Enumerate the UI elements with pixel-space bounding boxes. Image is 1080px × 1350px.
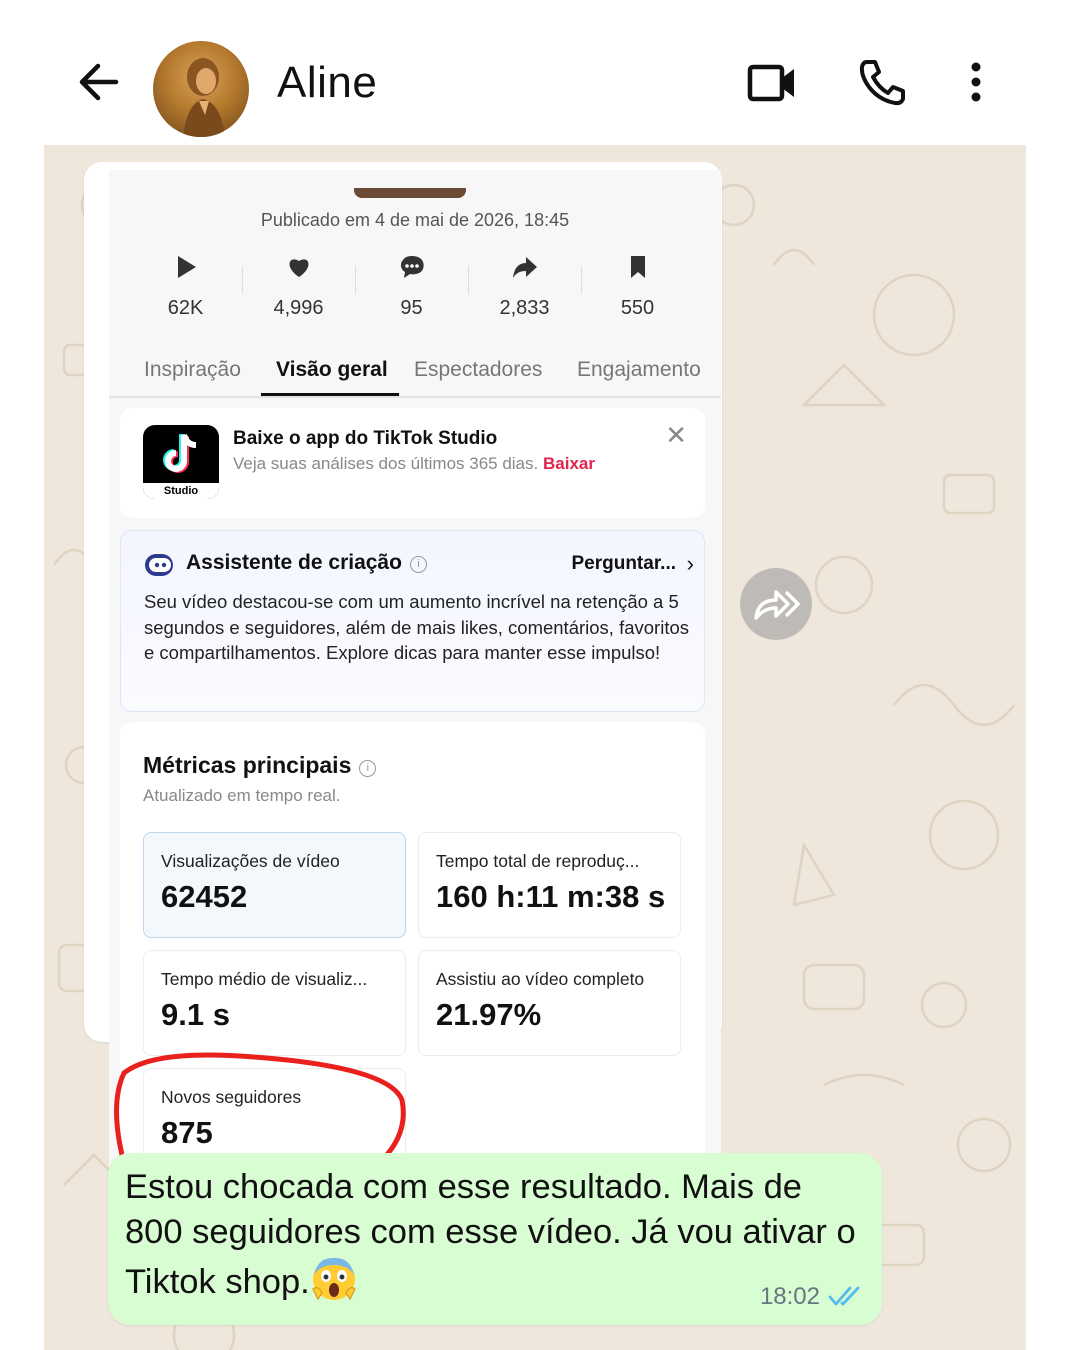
bookmark-icon [630,256,645,278]
tiktok-studio-logo: Studio [143,425,219,499]
avatar[interactable] [153,41,249,137]
stat-shares: 2,833 [468,254,581,334]
tab-visao-geral[interactable]: Visão geral [276,358,388,382]
metric-avg-watch-time[interactable]: Tempo médio de visualiz... 9.1 s [143,950,406,1056]
more-vert-icon[interactable] [950,56,1004,110]
banner-title: Baixe o app do TikTok Studio [233,428,498,449]
stat-views: 62K [129,254,242,334]
forward-button[interactable] [740,568,812,640]
info-icon[interactable]: i [409,556,427,573]
metric-watched-full-video[interactable]: Assistiu ao vídeo completo 21.97% [418,950,681,1056]
metric-video-views[interactable]: Visualizações de vídeo 62452 [143,832,406,938]
tiktok-analytics-screenshot[interactable]: Publicado em 4 de mai de 2026, 18:45 62K… [109,170,721,1170]
red-highlight-circle [114,1052,406,1165]
contact-name[interactable]: Aline [277,58,377,108]
tab-inspiracao[interactable]: Inspiração [144,358,241,382]
play-icon [177,256,196,278]
assistant-robot-icon [145,554,173,576]
message-text: Estou chocada com esse resultado. Mais d… [125,1168,856,1301]
stat-saves: 550 [581,254,694,334]
assistant-message: Seu vídeo destacou-se com um aumento inc… [144,591,689,663]
face-screaming-in-fear-emoji-icon [311,1257,356,1301]
video-stats: 62K 4,996 95 2,833 550 [129,254,694,334]
analytics-tabs: Inspiração Visão geral Espectadores Enga… [109,348,721,398]
creation-assistant-card[interactable]: Assistente de criação i Perguntar... › Se… [120,530,705,712]
ask-button[interactable]: Perguntar... [571,553,676,575]
active-tab-indicator [261,393,399,396]
stat-comments: 95 [355,254,468,334]
tab-engajamento[interactable]: Engajamento [577,358,701,382]
tiktok-studio-banner[interactable]: Studio Baixe o app do TikTok Studio Veja… [120,408,705,518]
metrics-title: Métricas principais i [143,752,377,779]
metrics-subtitle: Atualizado em tempo real. [143,786,341,805]
download-link[interactable]: Baixar [543,454,595,473]
video-call-icon[interactable] [745,56,799,110]
chevron-right-icon[interactable]: › [687,551,694,577]
video-thumbnail [354,188,466,198]
read-receipt-icon [828,1286,860,1306]
tab-espectadores[interactable]: Espectadores [414,358,542,382]
metric-total-play-time[interactable]: Tempo total de reproduç... 160 h:11 m:38… [418,832,681,938]
forward-icon [754,590,800,620]
outgoing-message-bubble[interactable]: Estou chocada com esse resultado. Mais d… [108,1153,882,1325]
stat-likes: 4,996 [242,254,355,334]
phone-icon[interactable] [855,56,909,110]
close-icon[interactable]: ✕ [665,422,687,448]
published-date: Publicado em 4 de mai de 2026, 18:45 [260,210,570,230]
chat-header: Aline [0,0,1080,145]
comment-icon [400,256,424,278]
message-time: 18:02 [759,1283,820,1310]
info-icon[interactable]: i [359,760,377,777]
back-arrow-icon[interactable] [72,58,124,106]
share-icon [512,257,537,278]
heart-icon [289,259,308,277]
assistant-title: Assistente de criação i [186,551,427,575]
banner-subtitle: Veja suas análises dos últimos 365 dias.… [233,454,595,473]
chat-area[interactable]: Publicado em 4 de mai de 2026, 18:45 62K… [44,145,1026,1350]
